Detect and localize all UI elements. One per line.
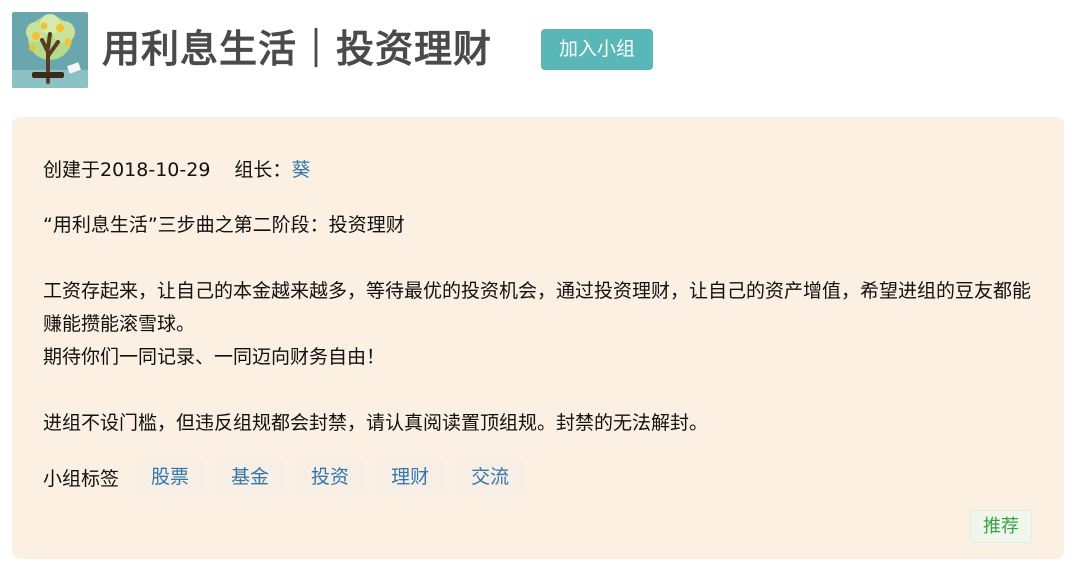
tags-label: 小组标签	[43, 467, 120, 490]
group-logo[interactable]	[12, 12, 88, 88]
intro-paragraph: “用利息生活”三步曲之第二阶段：投资理财	[43, 214, 405, 236]
tag-funds[interactable]: 基金	[216, 460, 285, 494]
tag-investment[interactable]: 投资	[296, 460, 365, 494]
group-info-card: 创建于2018-10-29 组长：葵 “用利息生活”三步曲之第二阶段：投资理财 工…	[12, 117, 1064, 559]
owner-label: 组长：	[234, 159, 292, 181]
group-header: 用利息生活｜投资理财 加入小组	[12, 12, 1068, 88]
tag-exchange[interactable]: 交流	[456, 460, 525, 494]
tag-finance[interactable]: 理财	[376, 460, 445, 494]
intro-paragraph: 期待你们一同记录、一同迈向财务自由！	[43, 346, 386, 368]
join-group-button[interactable]: 加入小组	[541, 29, 653, 70]
tag-stocks[interactable]: 股票	[136, 460, 205, 494]
group-meta: 创建于2018-10-29 组长：葵	[43, 157, 310, 183]
group-tags: 小组标签 股票 基金 投资 理财 交流	[43, 460, 536, 494]
intro-paragraph: 工资存起来，让自己的本金越来越多，等待最优的投资机会，通过投资理财，让自己的资产…	[43, 280, 1032, 335]
created-date: 创建于2018-10-29	[43, 159, 211, 181]
money-tree-icon	[12, 12, 88, 88]
recommend-button[interactable]: 推荐	[970, 510, 1032, 543]
group-title: 用利息生活｜投资理财	[102, 27, 493, 71]
intro-paragraph: 进组不设门槛，但违反组规都会封禁，请认真阅读置顶组规。封禁的无法解封。	[43, 412, 709, 434]
group-intro: “用利息生活”三步曲之第二阶段：投资理财 工资存起来，让自己的本金越来越多，等待…	[43, 209, 1043, 440]
owner-link[interactable]: 葵	[291, 159, 310, 181]
